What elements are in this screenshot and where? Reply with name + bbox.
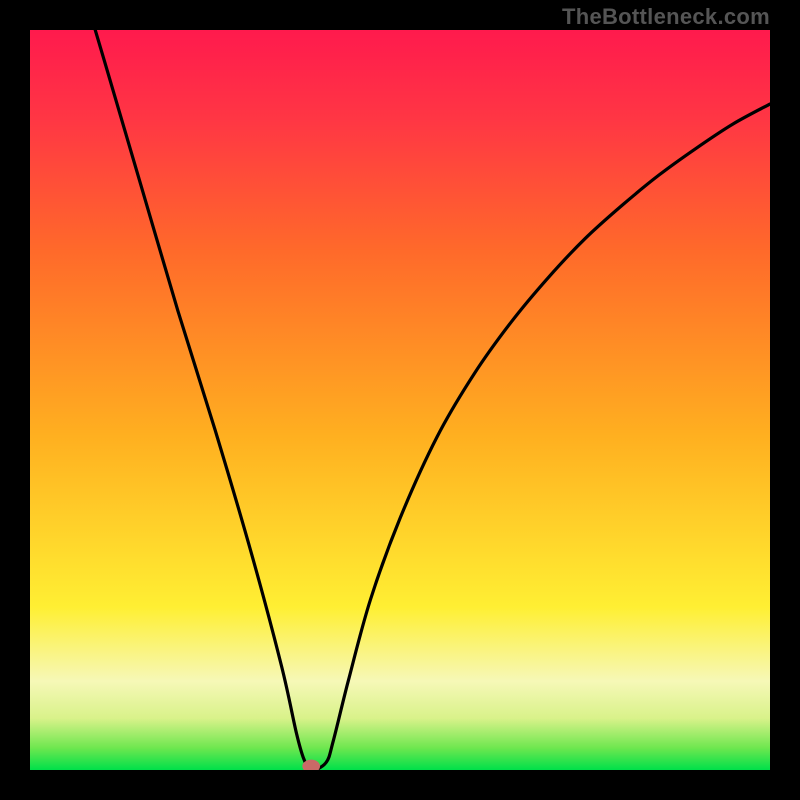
bottleneck-plot: [30, 30, 770, 770]
chart-frame: TheBottleneck.com: [0, 0, 800, 800]
watermark-text: TheBottleneck.com: [562, 4, 770, 30]
plot-svg: [30, 30, 770, 770]
